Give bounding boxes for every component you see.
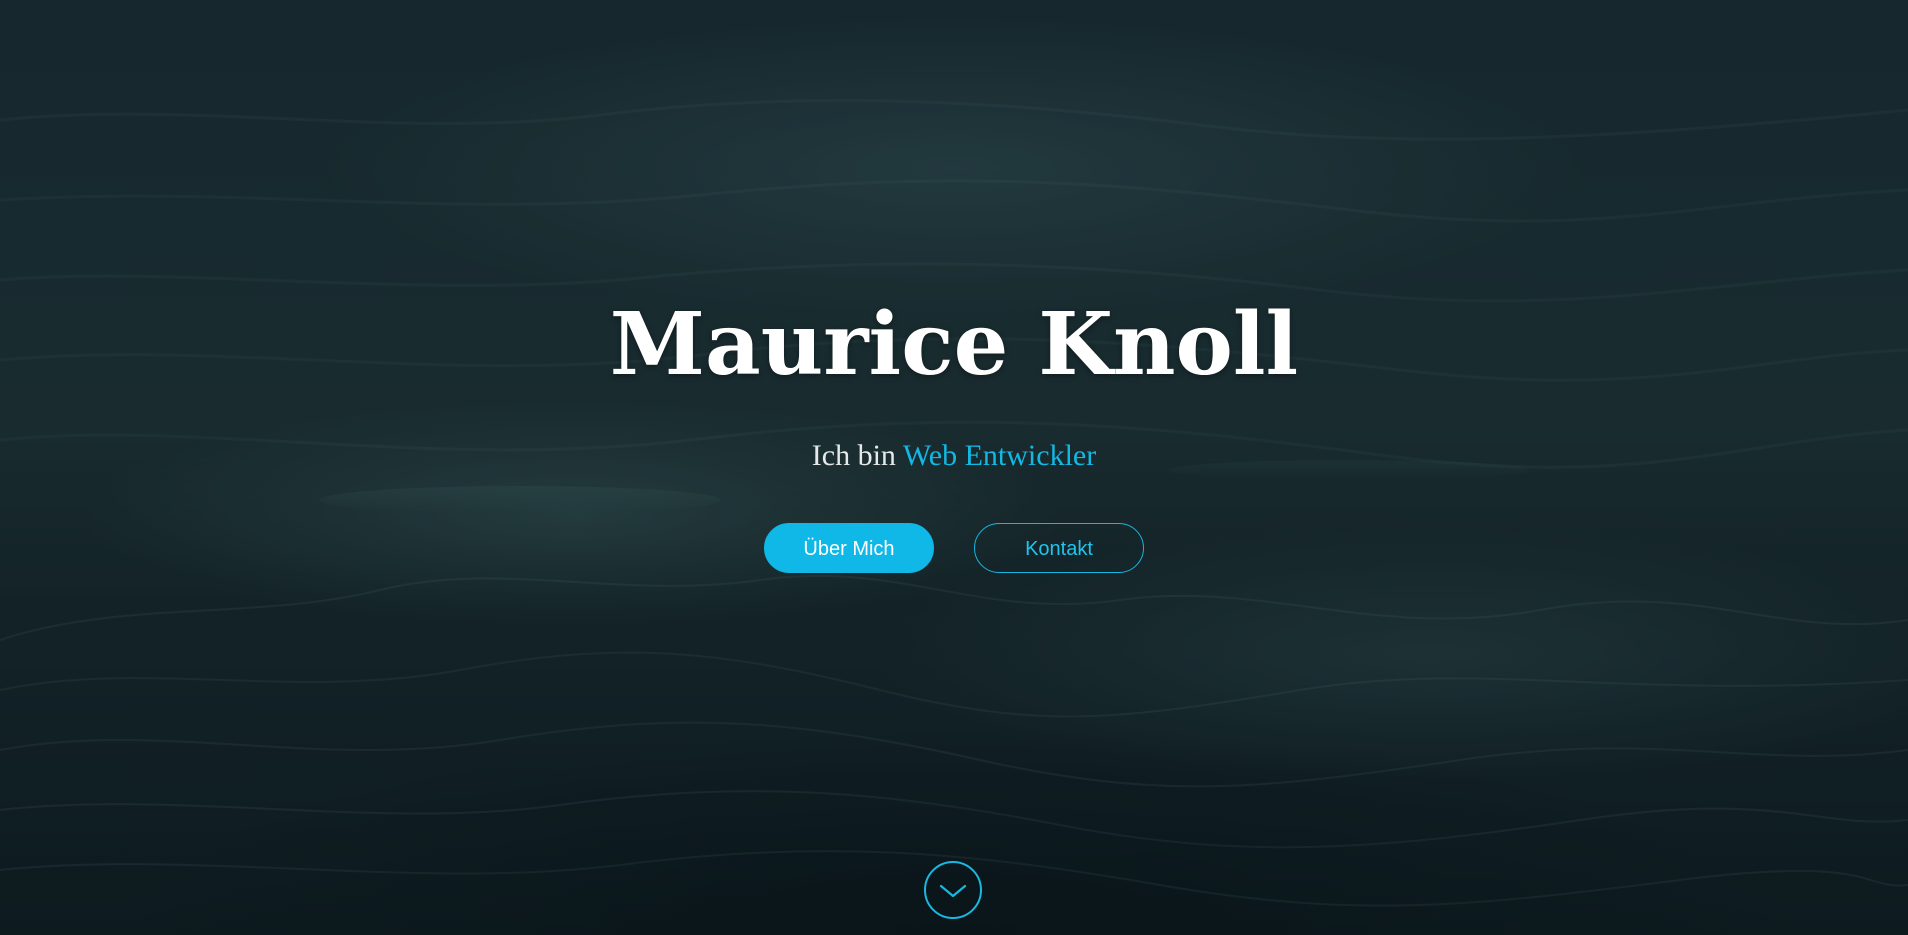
tagline-role: Web Entwickler [902,439,1097,472]
contact-button[interactable]: Kontakt [974,523,1144,573]
scroll-down-button[interactable] [924,861,982,919]
about-me-button[interactable]: Über Mich [764,523,934,573]
tagline-prefix: Ich bin [811,439,896,472]
chevron-down-icon [939,884,967,898]
hero-content: Maurice Knoll Ich bin Web Entwickler Übe… [0,0,1908,935]
hero-tagline: Ich bin Web Entwickler [0,436,1908,476]
hero-title: Maurice Knoll [609,294,1299,395]
